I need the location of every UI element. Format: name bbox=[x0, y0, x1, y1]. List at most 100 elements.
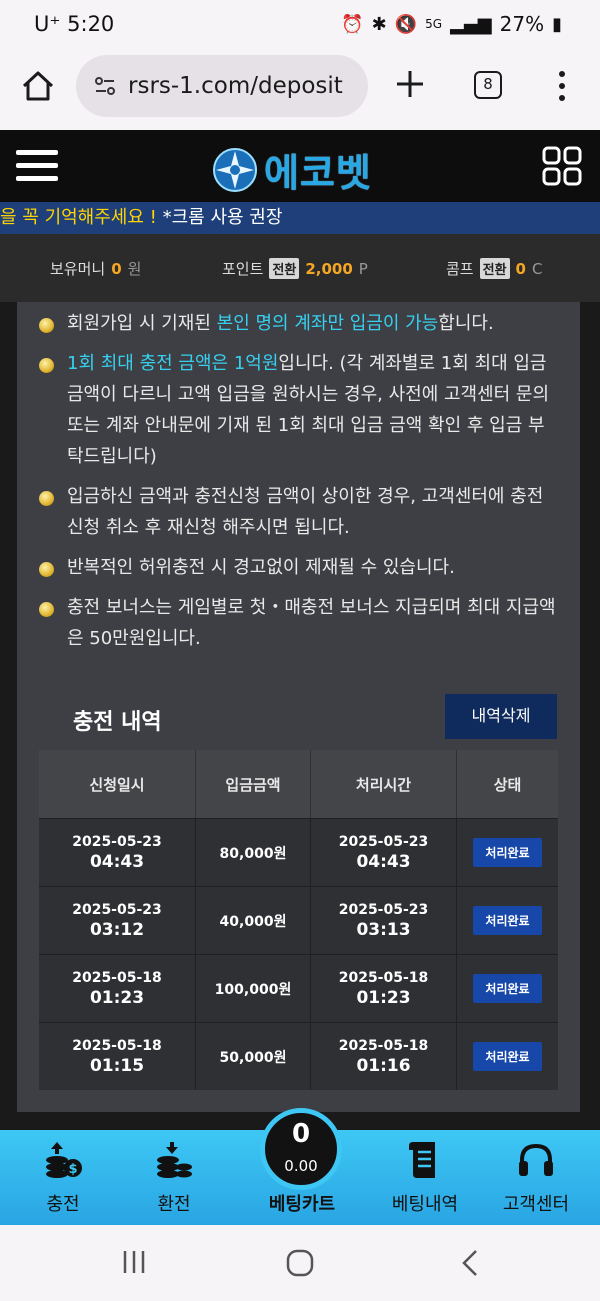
status-cell: 처리완료 bbox=[457, 955, 558, 1022]
list-item: 입금하신 금액과 충전신청 금액이 상이한 경우, 고객센터에 충전신청 취소 … bbox=[39, 481, 559, 543]
home-icon[interactable] bbox=[18, 66, 58, 106]
point-convert-button[interactable]: 전환 bbox=[269, 258, 300, 279]
more-options-icon[interactable] bbox=[548, 68, 576, 104]
network-label: 5G bbox=[425, 17, 443, 31]
marquee-highlight: 을 꼭 기억해주세요 ! bbox=[0, 207, 157, 228]
status-bar: U⁺ 5:20 ⏰ ✱ 🔇 5G ▂▄▆ 27% ▮ bbox=[0, 0, 600, 52]
battery-level: 27% bbox=[499, 12, 545, 36]
browser-toolbar: rsrs-1.com/deposit 8 bbox=[0, 52, 600, 130]
android-nav-bar bbox=[0, 1225, 600, 1301]
bullet-icon bbox=[39, 562, 54, 577]
point-unit: P bbox=[358, 259, 368, 278]
tab-switcher-button[interactable]: 8 bbox=[474, 71, 502, 99]
bet-cart-label: 베팅카트 bbox=[268, 1194, 336, 1215]
status-cell: 처리완료 bbox=[457, 887, 558, 954]
withdraw-coins-icon bbox=[157, 1142, 192, 1178]
nav-support-label: 고객센터 bbox=[502, 1194, 570, 1215]
svg-text:$: $ bbox=[68, 1162, 77, 1177]
comp-convert-button[interactable]: 전환 bbox=[479, 258, 510, 279]
deposit-amount: 50,000원 bbox=[196, 1023, 311, 1090]
bullet-icon bbox=[39, 358, 54, 373]
money-unit: 원 bbox=[127, 260, 142, 278]
header-process-time: 처리시간 bbox=[311, 750, 457, 818]
request-datetime: 2025-05-18 01:23 bbox=[39, 955, 196, 1022]
delete-history-button[interactable]: 내역삭제 bbox=[445, 694, 557, 739]
history-title: 충전 내역 bbox=[73, 710, 162, 735]
notice-text: 입금하신 금액과 충전신청 금액이 상이한 경우, 고객센터에 충전신청 취소 … bbox=[67, 486, 544, 538]
home-circle-icon[interactable] bbox=[286, 1249, 314, 1277]
bet-cart-button[interactable]: 0 0.00 bbox=[260, 1108, 342, 1190]
table-header: 신청일시 입금금액 처리시간 상태 bbox=[39, 750, 558, 818]
deposit-amount: 40,000원 bbox=[196, 887, 311, 954]
header-status: 상태 bbox=[493, 775, 522, 794]
header-amount: 입금금액 bbox=[196, 750, 311, 818]
notice-text: 합니다. bbox=[438, 313, 494, 334]
point-balance: 포인트 전환 2,000 P bbox=[222, 258, 368, 279]
table-row: 2025-05-18 01:15 50,000원 2025-05-18 01:16 … bbox=[39, 1022, 558, 1090]
status-badge: 처리완료 bbox=[473, 838, 542, 867]
table-row: 2025-05-23 03:12 40,000원 2025-05-23 03:13 … bbox=[39, 886, 558, 954]
site-settings-icon[interactable] bbox=[92, 73, 118, 99]
request-datetime: 2025-05-23 04:43 bbox=[39, 819, 196, 886]
list-item: 반복적인 허위충전 시 경고없이 제재될 수 있습니다. bbox=[39, 552, 559, 583]
money-balance: 보유머니 0 원 bbox=[50, 258, 141, 279]
process-datetime: 2025-05-23 03:13 bbox=[311, 887, 457, 954]
hamburger-menu-icon[interactable] bbox=[16, 150, 58, 182]
address-bar[interactable]: rsrs-1.com/deposit bbox=[76, 55, 368, 117]
site-header: 에코벳 bbox=[0, 130, 600, 202]
balance-bar: 보유머니 0 원 포인트 전환 2,000 P 콤프 전환 0 C bbox=[0, 234, 600, 302]
process-datetime: 2025-05-23 04:43 bbox=[311, 819, 457, 886]
marquee-text: *크롬 사용 권장 bbox=[156, 207, 283, 228]
list-item: 회원가입 시 기재된 본인 명의 계좌만 입금이 가능합니다. bbox=[39, 308, 559, 339]
bullet-icon bbox=[39, 491, 54, 506]
mute-icon: 🔇 bbox=[394, 13, 418, 35]
history-table: 신청일시 입금금액 처리시간 상태 2025-05-23 04:43 80,000… bbox=[39, 750, 558, 1090]
list-item: 1회 최대 충전 금액은 1억원입니다. (각 계좌별로 1회 최대 입금 금액… bbox=[39, 348, 559, 472]
header-request-time: 신청일시 bbox=[39, 750, 196, 818]
site-logo[interactable]: 에코벳 bbox=[212, 142, 372, 197]
nav-deposit[interactable]: $ 충전 bbox=[8, 1130, 118, 1225]
table-row: 2025-05-18 01:23 100,000원 2025-05-18 01:23… bbox=[39, 954, 558, 1022]
notice-list: 회원가입 시 기재된 본인 명의 계좌만 입금이 가능합니다. 1회 최대 충전… bbox=[39, 308, 559, 663]
money-label: 보유머니 bbox=[50, 260, 106, 278]
headset-icon bbox=[519, 1143, 553, 1176]
back-icon[interactable] bbox=[460, 1249, 480, 1277]
comp-balance: 콤프 전환 0 C bbox=[446, 258, 542, 279]
nav-bet-history-label: 베팅내역 bbox=[391, 1194, 459, 1215]
nav-support[interactable]: 고객센터 bbox=[481, 1130, 591, 1225]
comp-label: 콤프 bbox=[446, 260, 474, 278]
logo-emblem-icon bbox=[213, 147, 257, 192]
alarm-icon: ⏰ bbox=[341, 13, 364, 35]
deposit-coins-icon: $ bbox=[46, 1142, 82, 1178]
notice-marquee: 을 꼭 기억해주세요 ! *크롬 사용 권장 bbox=[0, 202, 600, 234]
notice-highlight: 1회 최대 충전 금액은 1억원 bbox=[67, 353, 279, 374]
nav-deposit-label: 충전 bbox=[46, 1194, 80, 1215]
status-icons: ⏰ ✱ 🔇 5G ▂▄▆ 27% ▮ bbox=[341, 12, 562, 36]
bullet-icon bbox=[39, 602, 54, 617]
nav-withdraw-label: 환전 bbox=[157, 1194, 191, 1215]
status-cell: 처리완료 bbox=[457, 1023, 558, 1090]
status-badge: 처리완료 bbox=[473, 906, 542, 935]
deposit-panel: 회원가입 시 기재된 본인 명의 계좌만 입금이 가능합니다. 1회 최대 충전… bbox=[17, 302, 580, 1112]
deposit-amount: 80,000원 bbox=[196, 819, 311, 886]
status-cell: 처리완료 bbox=[457, 819, 558, 886]
notice-text: 반복적인 허위충전 시 경고없이 제재될 수 있습니다. bbox=[67, 557, 455, 578]
signal-icon: ▂▄▆ bbox=[450, 13, 492, 35]
request-datetime: 2025-05-18 01:15 bbox=[39, 1023, 196, 1090]
battery-icon: ▮ bbox=[552, 13, 562, 35]
grid-menu-icon[interactable] bbox=[542, 146, 582, 186]
process-datetime: 2025-05-18 01:23 bbox=[311, 955, 457, 1022]
bluetooth-icon: ✱ bbox=[371, 13, 387, 35]
list-item: 충전 보너스는 게임별로 첫・매충전 보너스 지급되며 최대 지급액은 50만원… bbox=[39, 592, 559, 654]
url-text: rsrs-1.com/deposit bbox=[128, 73, 343, 99]
bullet-icon bbox=[39, 318, 54, 333]
comp-value: 0 bbox=[515, 259, 526, 278]
recent-apps-icon[interactable] bbox=[122, 1249, 146, 1275]
new-tab-icon[interactable] bbox=[392, 66, 428, 102]
nav-bet-history[interactable]: 베팅내역 bbox=[370, 1130, 480, 1225]
screen: U⁺ 5:20 ⏰ ✱ 🔇 5G ▂▄▆ 27% ▮ rsrs-1.com/de… bbox=[0, 0, 600, 1301]
logo-text: 에코벳 bbox=[264, 151, 372, 195]
bet-slip-icon bbox=[409, 1142, 435, 1178]
nav-withdraw[interactable]: 환전 bbox=[119, 1130, 229, 1225]
deposit-amount: 100,000원 bbox=[196, 955, 311, 1022]
